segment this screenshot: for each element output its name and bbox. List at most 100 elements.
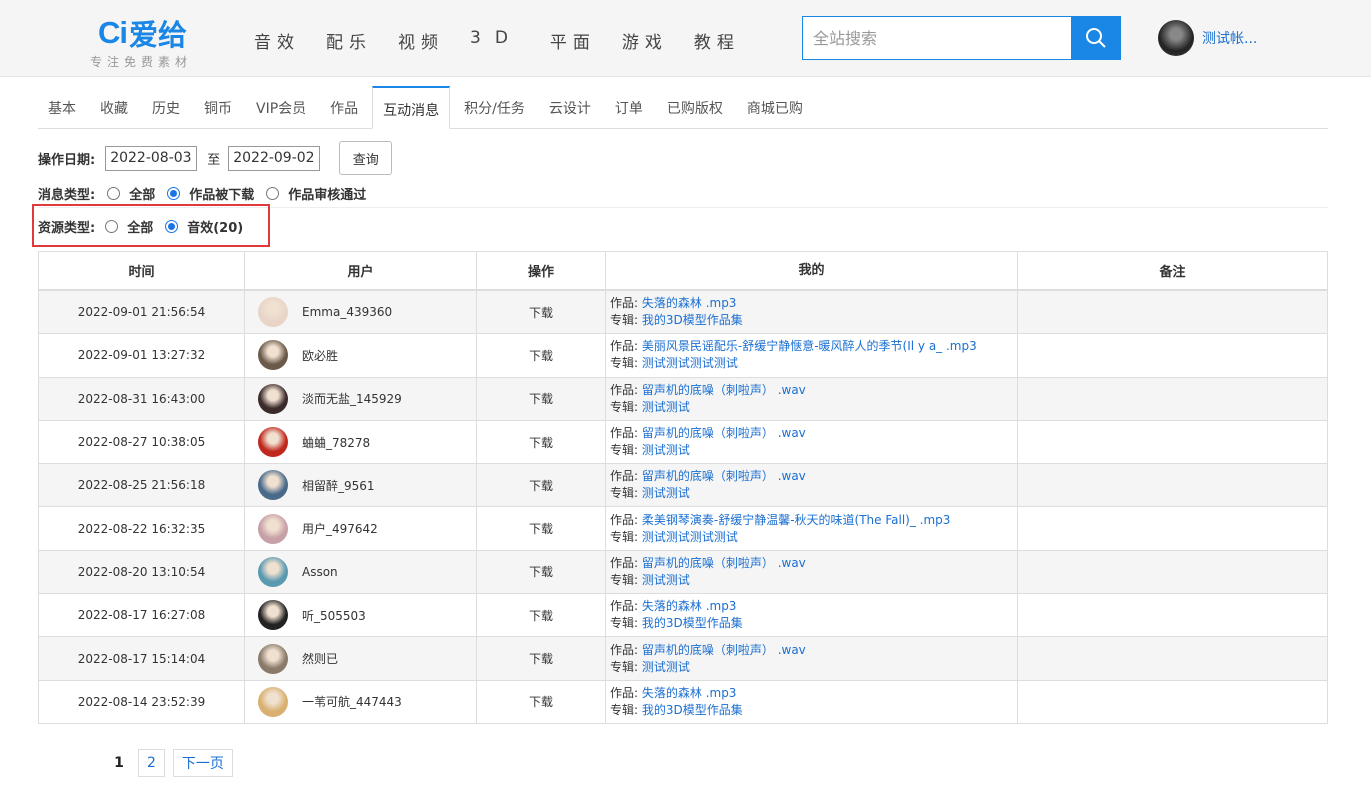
user-name-link[interactable]: 一苇可航_447443 bbox=[302, 693, 402, 710]
radio-msg-all[interactable] bbox=[107, 186, 121, 200]
radio-label-msg-downloaded[interactable]: 作品被下载 bbox=[189, 184, 254, 203]
action-label: 下载 bbox=[528, 392, 553, 407]
user-name-link[interactable]: Asson bbox=[302, 565, 338, 579]
album-link[interactable]: 测试测试测试测试 bbox=[642, 356, 738, 370]
nav-item-music[interactable]: 配乐 bbox=[326, 28, 372, 53]
tab-11[interactable]: 商城已购 bbox=[737, 86, 813, 129]
user-avatar[interactable] bbox=[1158, 20, 1194, 56]
album-link[interactable]: 测试测试 bbox=[642, 400, 690, 414]
cell-mine: 作品: 留声机的底噪（刺啦声） .wav 专辑: 测试测试 bbox=[606, 637, 1018, 680]
date-to-input[interactable] bbox=[228, 145, 321, 171]
work-link[interactable]: 失落的森林 .mp3 bbox=[642, 296, 737, 310]
nav-item-game[interactable]: 游戏 bbox=[622, 28, 668, 53]
tab-8[interactable]: 云设计 bbox=[539, 86, 601, 129]
user-avatar[interactable] bbox=[258, 600, 288, 631]
work-link[interactable]: 美丽风景民谣配乐-舒缓宁静惬意-暖风醉人的季节(Il y a_ .mp3 bbox=[642, 339, 977, 353]
nav-item-3d[interactable]: 3D bbox=[470, 28, 522, 53]
user-avatar[interactable] bbox=[258, 427, 288, 458]
table-body: 2022-09-01 21:56:54 Emma_439360 下载 作品: 失落的森… bbox=[39, 291, 1327, 724]
work-link[interactable]: 留声机的底噪（刺啦声） .wav bbox=[642, 556, 806, 570]
user-avatar[interactable] bbox=[258, 513, 288, 544]
work-link[interactable]: 失落的森林 .mp3 bbox=[642, 686, 737, 700]
user-avatar[interactable] bbox=[258, 556, 288, 587]
album-link[interactable]: 测试测试 bbox=[642, 486, 690, 500]
tab-3[interactable]: 铜币 bbox=[194, 86, 242, 129]
tab-5[interactable]: 作品 bbox=[320, 86, 368, 129]
album-link[interactable]: 我的3D模型作品集 bbox=[642, 313, 743, 327]
query-button[interactable]: 查询 bbox=[339, 141, 393, 175]
cell-user: Asson bbox=[245, 550, 477, 594]
work-link[interactable]: 留声机的底噪（刺啦声） .wav bbox=[642, 469, 806, 483]
radio-label-res-all[interactable]: 全部 bbox=[127, 217, 153, 236]
radio-label-res-sound[interactable]: 音效(20) bbox=[187, 217, 243, 236]
user-name-link[interactable]: 用户_497642 bbox=[302, 520, 378, 537]
search-input[interactable] bbox=[802, 16, 1071, 60]
next-page-link[interactable]: 下一页 bbox=[172, 749, 233, 777]
nav-item-graphic[interactable]: 平面 bbox=[550, 28, 596, 53]
work-line: 作品: 美丽风景民谣配乐-舒缓宁静惬意-暖风醉人的季节(Il y a_ .mp3 bbox=[610, 338, 977, 355]
work-link[interactable]: 失落的森林 .mp3 bbox=[642, 599, 737, 613]
nav-item-tutorial[interactable]: 教程 bbox=[694, 28, 740, 53]
tab-4[interactable]: VIP会员 bbox=[246, 86, 316, 129]
work-link[interactable]: 留声机的底噪（刺啦声） .wav bbox=[642, 643, 806, 657]
album-link[interactable]: 测试测试 bbox=[642, 660, 690, 674]
radio-res-sound[interactable] bbox=[165, 219, 179, 233]
action-label: 下载 bbox=[528, 478, 553, 493]
radio-label-msg-all[interactable]: 全部 bbox=[129, 184, 155, 203]
album-link[interactable]: 我的3D模型作品集 bbox=[642, 616, 743, 630]
radio-res-all[interactable] bbox=[105, 219, 119, 233]
user-name-link[interactable]: 欧必胜 bbox=[302, 347, 338, 364]
user-name[interactable]: 测试帐... bbox=[1202, 28, 1257, 48]
tab-2[interactable]: 历史 bbox=[142, 86, 190, 129]
user-avatar[interactable] bbox=[258, 383, 288, 414]
user-name-link[interactable]: 淡而无盐_145929 bbox=[302, 390, 402, 407]
user-name-link[interactable]: 然则已 bbox=[302, 650, 338, 667]
user-name-link[interactable]: Emma_439360 bbox=[302, 305, 392, 319]
cell-action: 下载 bbox=[477, 507, 606, 550]
user-avatar[interactable] bbox=[258, 297, 288, 328]
radio-label-msg-approved[interactable]: 作品审核通过 bbox=[288, 184, 366, 203]
cell-note bbox=[1018, 637, 1327, 679]
user-name-link[interactable]: 蛐蛐_78278 bbox=[302, 434, 370, 451]
cell-mine: 作品: 美丽风景民谣配乐-舒缓宁静惬意-暖风醉人的季节(Il y a_ .mp3… bbox=[606, 334, 1018, 377]
tab-1[interactable]: 收藏 bbox=[90, 86, 138, 129]
resource-type-label: 资源类型: bbox=[38, 220, 96, 236]
nav-item-sound[interactable]: 音效 bbox=[254, 28, 300, 53]
album-link[interactable]: 测试测试 bbox=[642, 573, 690, 587]
work-line: 作品: 留声机的底噪（刺啦声） .wav bbox=[610, 468, 806, 485]
radio-msg-approved[interactable] bbox=[266, 186, 280, 200]
tab-0[interactable]: 基本 bbox=[38, 86, 86, 129]
cell-user: 一苇可航_447443 bbox=[245, 680, 477, 723]
user-avatar[interactable] bbox=[258, 643, 288, 674]
tab-9[interactable]: 订单 bbox=[605, 86, 653, 129]
search-box bbox=[802, 16, 1121, 60]
user-menu[interactable]: 测试帐... bbox=[1158, 20, 1257, 56]
tab-10[interactable]: 已购版权 bbox=[657, 86, 733, 129]
cell-mine: 作品: 留声机的底噪（刺啦声） .wav 专辑: 测试测试 bbox=[606, 377, 1018, 420]
site-logo[interactable]: Ci 爱给 专注免费素材 bbox=[90, 12, 220, 70]
user-avatar[interactable] bbox=[258, 470, 288, 501]
user-avatar[interactable] bbox=[258, 686, 288, 717]
page-2-link[interactable]: 2 bbox=[138, 749, 165, 777]
radio-msg-downloaded[interactable] bbox=[167, 186, 181, 200]
cell-user: 听_505503 bbox=[245, 594, 477, 637]
cell-mine: 作品: 留声机的底噪（刺啦声） .wav 专辑: 测试测试 bbox=[606, 550, 1018, 594]
tab-7[interactable]: 积分/任务 bbox=[454, 86, 535, 129]
album-link[interactable]: 我的3D模型作品集 bbox=[642, 703, 743, 717]
user-name-link[interactable]: 相留醉_9561 bbox=[302, 477, 375, 494]
search-button[interactable] bbox=[1071, 16, 1121, 60]
work-link[interactable]: 留声机的底噪（刺啦声） .wav bbox=[642, 383, 806, 397]
work-link[interactable]: 柔美钢琴演奏-舒缓宁静温馨-秋天的味道(The Fall)_ .mp3 bbox=[642, 513, 951, 527]
tab-6[interactable]: 互动消息 bbox=[372, 86, 451, 129]
work-link[interactable]: 留声机的底噪（刺啦声） .wav bbox=[642, 426, 806, 440]
action-label: 下载 bbox=[528, 348, 553, 363]
user-name-link[interactable]: 听_505503 bbox=[302, 607, 366, 624]
cell-note bbox=[1018, 378, 1327, 420]
nav-item-video[interactable]: 视频 bbox=[398, 28, 444, 53]
date-from-input[interactable] bbox=[105, 145, 198, 171]
cell-user: 蛐蛐_78278 bbox=[245, 420, 477, 464]
album-link[interactable]: 测试测试测试测试 bbox=[642, 530, 738, 544]
album-label: 专辑: bbox=[610, 313, 639, 328]
user-avatar[interactable] bbox=[258, 340, 288, 371]
album-link[interactable]: 测试测试 bbox=[642, 443, 690, 457]
